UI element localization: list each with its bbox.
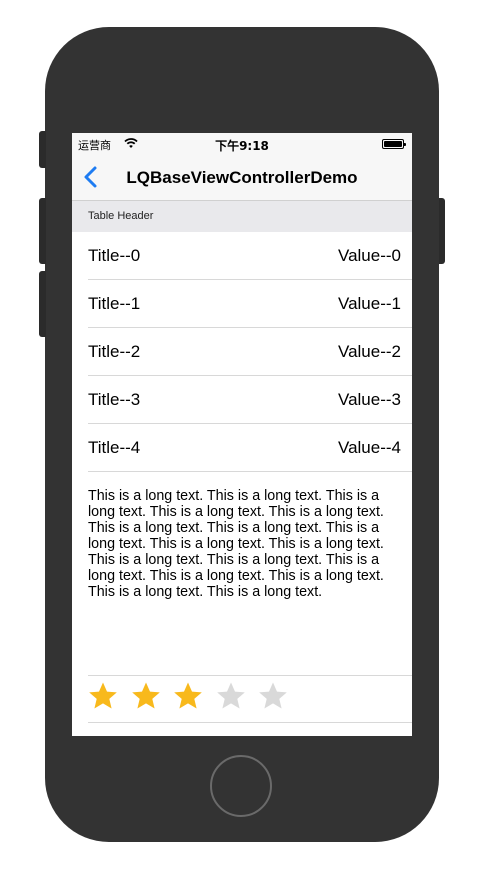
table-row[interactable]: Title--1 Value--1	[72, 280, 412, 328]
star-empty-icon[interactable]	[216, 681, 246, 711]
status-time: 下午9:18	[215, 139, 269, 153]
row-title: Title--1	[88, 294, 141, 313]
row-value: Value--3	[338, 390, 401, 409]
star-filled-icon[interactable]	[173, 681, 203, 711]
table-header: Table Header	[72, 201, 412, 232]
row-separator	[88, 722, 412, 723]
star-filled-icon[interactable]	[131, 681, 161, 711]
row-title: Title--0	[88, 246, 141, 265]
row-value: Value--2	[338, 342, 401, 361]
row-title: Title--3	[88, 390, 141, 409]
row-value: Value--4	[338, 438, 401, 457]
battery-icon	[382, 139, 406, 149]
table-header-label: Table Header	[88, 210, 154, 222]
long-text-cell: This is a long text. This is a long text…	[88, 488, 384, 600]
status-bar: 运营商 下午9:18	[72, 133, 412, 155]
power-button	[439, 198, 445, 264]
row-value: Value--0	[338, 246, 401, 265]
navigation-bar: LQBaseViewControllerDemo	[72, 155, 412, 201]
volume-down-button	[39, 271, 46, 337]
mute-switch	[39, 131, 46, 168]
table-row[interactable]: Title--2 Value--2	[72, 328, 412, 376]
home-button[interactable]	[210, 755, 272, 817]
star-filled-icon[interactable]	[88, 681, 118, 711]
row-value: Value--1	[338, 294, 401, 313]
screen: 运营商 下午9:18 LQBaseViewControllerDemo Tabl…	[72, 133, 412, 736]
table-row[interactable]: Title--3 Value--3	[72, 376, 412, 424]
volume-up-button	[39, 198, 46, 264]
row-separator	[88, 675, 412, 676]
row-separator	[88, 471, 412, 472]
table-row[interactable]: Title--0 Value--0	[72, 232, 412, 280]
row-title: Title--4	[88, 438, 141, 457]
table-row[interactable]: Title--4 Value--4	[72, 424, 412, 472]
star-empty-icon[interactable]	[258, 681, 288, 711]
row-title: Title--2	[88, 342, 141, 361]
page-title: LQBaseViewControllerDemo	[126, 168, 358, 187]
